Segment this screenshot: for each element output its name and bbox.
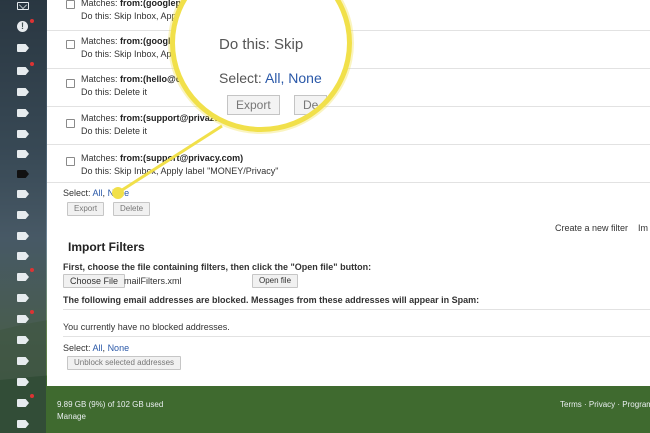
magnified-none-link: None bbox=[288, 70, 322, 86]
footer-dot: · bbox=[584, 400, 587, 409]
label-icon[interactable] bbox=[17, 232, 29, 240]
divider bbox=[63, 309, 650, 310]
filter-checkbox[interactable] bbox=[66, 119, 75, 128]
import-filters-title: Import Filters bbox=[68, 240, 145, 254]
no-blocked-text: You currently have no blocked addresses. bbox=[63, 322, 230, 332]
magnified-action-text: Do this: Skip bbox=[219, 36, 304, 53]
label-icon[interactable] bbox=[17, 378, 29, 386]
manage-link[interactable]: Manage bbox=[57, 412, 86, 421]
label-icon[interactable] bbox=[17, 190, 29, 198]
select-separator: , bbox=[102, 188, 106, 198]
storage-usage: 9.89 GB (9%) of 102 GB used bbox=[57, 400, 164, 409]
filter-criteria: from:(support@privacy.com) bbox=[120, 153, 244, 163]
divider bbox=[63, 336, 650, 337]
unread-dot bbox=[30, 62, 34, 66]
filter-checkbox[interactable] bbox=[66, 0, 75, 9]
unread-dot bbox=[30, 394, 34, 398]
label-icon[interactable] bbox=[17, 44, 29, 52]
footer-dot: · bbox=[617, 400, 621, 409]
select-all-link[interactable]: All bbox=[93, 188, 103, 198]
create-filter-link[interactable]: Create a new filter bbox=[555, 223, 628, 233]
label-icon[interactable] bbox=[17, 67, 29, 75]
delete-button[interactable]: Delete bbox=[113, 202, 151, 216]
label-icon[interactable] bbox=[17, 211, 29, 219]
inbox-icon[interactable] bbox=[17, 2, 29, 10]
import-instruction: First, choose the file containing filter… bbox=[63, 262, 372, 272]
choose-file-button[interactable]: Choose File bbox=[63, 274, 126, 288]
magnified-delete-button: De bbox=[294, 95, 328, 115]
filter-row: Matches: from:(hello@crowdhold Do this: … bbox=[47, 69, 650, 107]
label-icon[interactable] bbox=[17, 273, 29, 281]
program-link[interactable]: Program bbox=[622, 400, 650, 409]
select-none-link[interactable]: None bbox=[108, 188, 130, 198]
matches-label: Matches: bbox=[81, 74, 118, 84]
select-all-blocked-link[interactable]: All bbox=[93, 343, 103, 353]
filter-action: Do this: Skip Inbox, Apply label "MONEY/… bbox=[81, 166, 279, 176]
magnified-export-button: Export bbox=[227, 95, 280, 115]
select-label: Select: bbox=[63, 343, 91, 353]
select-none-blocked-link[interactable]: None bbox=[108, 343, 130, 353]
matches-label: Matches: bbox=[81, 113, 118, 123]
privacy-link[interactable]: Privacy bbox=[589, 400, 615, 409]
magnified-select-controls: Select: All, None bbox=[219, 70, 322, 86]
matches-label: Matches: bbox=[81, 36, 118, 46]
left-nav-rail: ! bbox=[0, 0, 46, 433]
matches-label: Matches: bbox=[81, 0, 118, 8]
magnified-all-link: All bbox=[264, 70, 281, 86]
select-label: Select: bbox=[63, 188, 91, 198]
label-icon-selected[interactable] bbox=[17, 170, 29, 178]
open-file-button[interactable]: Open file bbox=[252, 274, 299, 288]
filter-checkbox[interactable] bbox=[66, 157, 75, 166]
label-icon[interactable] bbox=[17, 357, 29, 365]
magnified-comma: , bbox=[280, 70, 285, 86]
blocked-notice: The following email addresses are blocke… bbox=[63, 295, 480, 305]
filter-action: Do this: Delete it bbox=[81, 126, 148, 136]
label-icon[interactable] bbox=[17, 399, 29, 407]
unread-dot bbox=[30, 310, 34, 314]
magnified-select-label: Select: bbox=[219, 70, 262, 86]
important-icon[interactable]: ! bbox=[17, 21, 28, 32]
label-icon[interactable] bbox=[17, 88, 29, 96]
label-icon[interactable] bbox=[17, 420, 29, 428]
label-icon[interactable] bbox=[17, 252, 29, 260]
label-icon[interactable] bbox=[17, 150, 29, 158]
filter-action: Do this: Delete it bbox=[81, 87, 148, 97]
label-icon[interactable] bbox=[17, 294, 29, 302]
footer-links: Terms · Privacy · Program bbox=[560, 400, 650, 409]
filter-checkbox[interactable] bbox=[66, 79, 75, 88]
filter-row: Matches: from:(support@privacy.com) Do t… bbox=[47, 145, 650, 183]
label-icon[interactable] bbox=[17, 315, 29, 323]
unread-dot bbox=[30, 268, 34, 272]
label-icon[interactable] bbox=[17, 336, 29, 344]
matches-label: Matches: bbox=[81, 153, 118, 163]
unread-dot bbox=[30, 19, 34, 23]
terms-link[interactable]: Terms bbox=[560, 400, 582, 409]
import-filters-link[interactable]: Im bbox=[638, 223, 648, 233]
export-button[interactable]: Export bbox=[67, 202, 105, 216]
unblock-button[interactable]: Unblock selected addresses bbox=[67, 356, 182, 370]
filter-row: Matches: from:(support@privazer.com) Do … bbox=[47, 107, 650, 145]
filter-checkbox[interactable] bbox=[66, 40, 75, 49]
label-icon[interactable] bbox=[17, 130, 29, 138]
blocked-select-controls: Select: All, None bbox=[63, 343, 130, 353]
label-icon[interactable] bbox=[17, 109, 29, 117]
filter-select-controls: Select: All, None bbox=[63, 188, 129, 198]
filter-description: Matches: from:(support@privacy.com) Do t… bbox=[81, 152, 278, 178]
selected-file-name: mailFilters.xml bbox=[124, 276, 182, 286]
